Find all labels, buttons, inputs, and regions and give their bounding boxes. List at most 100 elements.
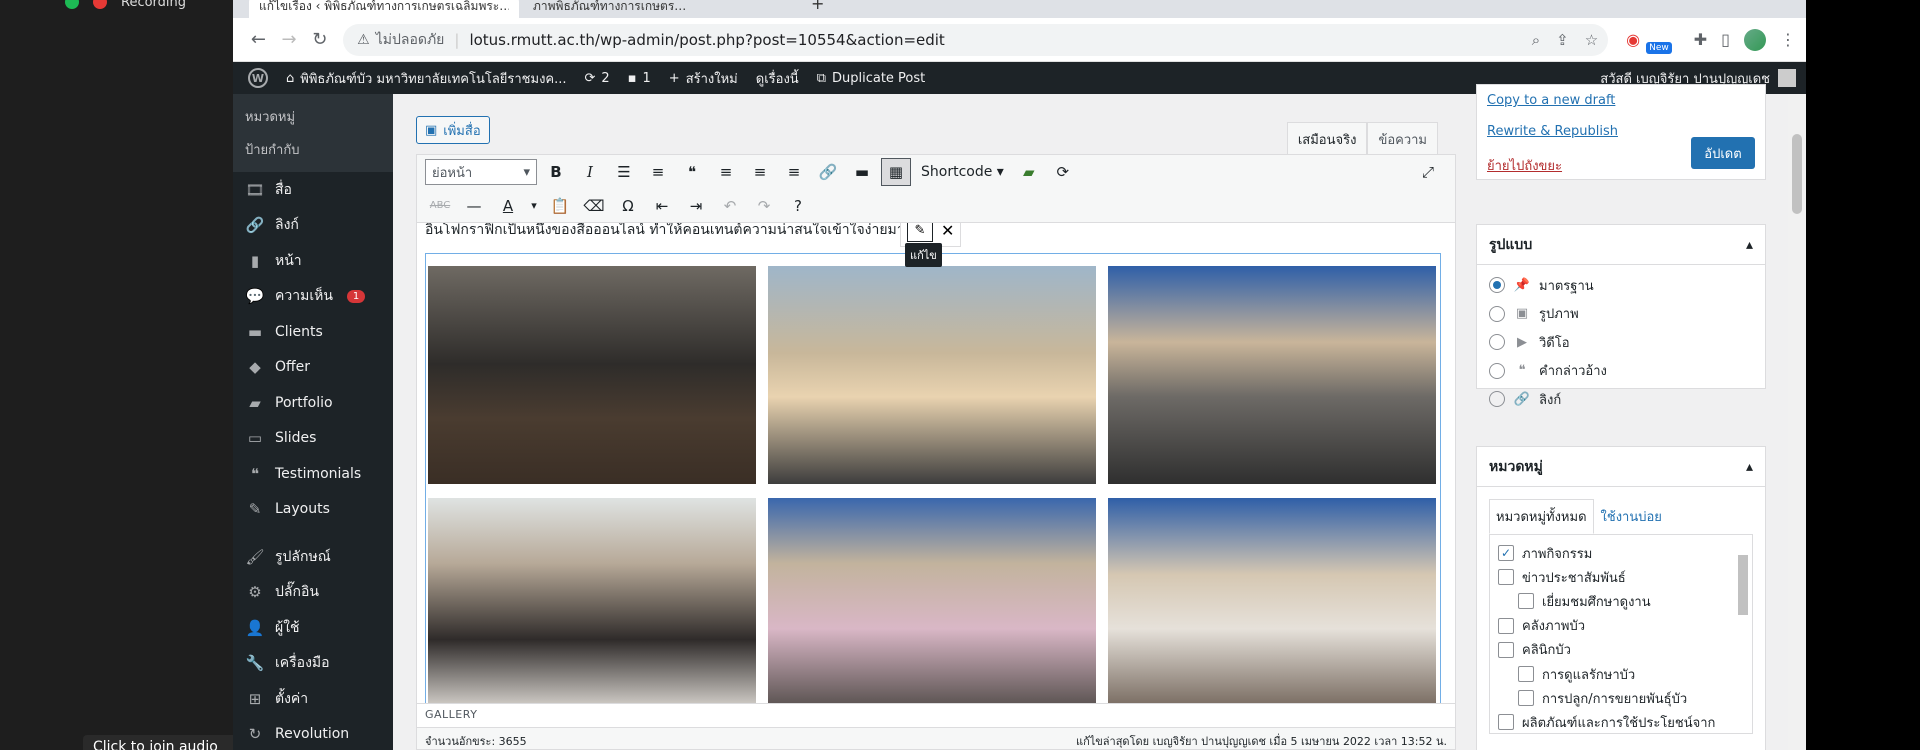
editor-content[interactable]: อินโฟกราฟิกเป็นหนึ่งของสื่อออนไลน์ ทำให้… [417,223,1455,703]
sidebar-item[interactable]: ▰ Portfolio [233,385,393,421]
radio-button[interactable] [1489,362,1505,379]
help-icon[interactable]: ? [783,192,813,220]
category-scrollbar[interactable] [1738,539,1750,729]
new-content-item[interactable]: + สร้างใหม่ [660,68,747,89]
blockquote-icon[interactable]: ❝ [677,158,707,186]
updates-item[interactable]: ⟳ 2 [576,71,619,86]
forward-icon[interactable]: → [274,24,305,56]
close-icon[interactable]: ✕ [941,223,954,240]
radio-button[interactable] [1489,277,1505,294]
radio-button[interactable] [1489,305,1505,322]
category-checkbox[interactable] [1498,569,1514,586]
category-checkbox[interactable] [1498,617,1514,634]
sidebar-item[interactable]: ▭ Slides [233,421,393,457]
category-checkbox[interactable] [1498,641,1514,658]
category-checkbox[interactable] [1498,714,1514,731]
refresh-icon[interactable]: ⟳ [1048,158,1078,186]
sidebar-item[interactable]: ↻ Revolution [233,717,393,750]
omega-icon[interactable]: Ω [613,192,643,220]
italic-icon[interactable]: I [575,158,605,186]
menu-dots-icon[interactable]: ⋮ [1780,30,1796,49]
category-checkbox[interactable] [1518,690,1534,707]
format-option[interactable]: ▣ รูปภาพ [1489,300,1753,329]
site-name-item[interactable]: ⌂ พิพิธภัณฑ์บัว มหาวิทยาลัยเทคโนโลยีราชมง… [277,68,576,89]
toolbar-toggle-icon[interactable]: ▦ [881,158,911,186]
copy-draft-link[interactable]: Copy to a new draft [1487,93,1615,108]
new-tab-icon[interactable]: + [811,0,824,13]
scroll-thumb[interactable] [1792,134,1802,214]
format-option[interactable]: ▶ วิดีโอ [1489,328,1753,357]
link-icon[interactable]: 🔗 [813,158,843,186]
trash-link[interactable]: ย้ายไปถังขยะ [1487,155,1562,176]
bullet-list-icon[interactable]: ☰ [609,158,639,186]
align-left-icon[interactable]: ≡ [711,158,741,186]
sidebar-item[interactable]: ❝ Testimonials [233,456,393,492]
category-checkbox[interactable]: ✓ [1498,545,1514,562]
format-option[interactable]: ❝ คำกล่าวอ้าง [1489,357,1753,386]
sidebar-item[interactable]: ▬ Clients [233,314,393,350]
sidebar-item[interactable]: 👤 ผู้ใช้ [233,610,393,646]
chevron-down-icon[interactable]: ▾ [527,192,541,220]
gallery-photo[interactable] [428,498,756,703]
rewrite-link[interactable]: Rewrite & Republish [1487,124,1618,139]
format-select[interactable]: ย่อหน้า ▾ [425,159,537,185]
tab-visual[interactable]: เสมือนจริง [1286,122,1368,157]
sidebar-item[interactable]: 🖌 รูปลักษณ์ [233,539,393,575]
add-media-button[interactable]: ▣ เพิ่มสื่อ [416,116,490,144]
sidebar-item[interactable]: 🎞 สื่อ [233,172,393,208]
gallery-photo[interactable] [428,266,756,484]
format-option[interactable]: 🔗 ลิงก์ [1489,385,1753,414]
chrome-ext-icon[interactable]: ◉ [1626,30,1640,49]
star-icon[interactable]: ☆ [1585,31,1598,49]
plugin-green-icon[interactable]: ▰ [1014,158,1044,186]
sidebar-item[interactable]: ⚙ ปลั๊กอิน [233,575,393,611]
view-post-item[interactable]: ดูเรื่องนี้ [747,68,808,89]
share-icon[interactable]: ⇪ [1556,31,1569,49]
duplicate-post-item[interactable]: ⧉ Duplicate Post [808,71,935,86]
collapse-icon[interactable]: ▴ [1746,237,1753,253]
category-checkbox[interactable] [1518,666,1534,683]
strikethrough-icon[interactable]: ABC [425,192,455,220]
page-scrollbar[interactable] [1788,94,1806,750]
profile-avatar[interactable] [1743,28,1766,51]
gallery-photo[interactable] [768,498,1096,703]
sidebar-item[interactable]: 🔧 เครื่องมือ [233,646,393,682]
gallery-block[interactable] [425,253,1441,703]
back-icon[interactable]: ← [243,24,274,56]
pencil-icon[interactable]: ✎ [907,223,933,242]
outdent-icon[interactable]: ⇤ [647,192,677,220]
category-checkbox[interactable] [1518,593,1534,610]
wp-logo-item[interactable]: W [239,68,277,88]
clear-format-icon[interactable]: ⌫ [579,192,609,220]
align-center-icon[interactable]: ≡ [745,158,775,186]
indent-icon[interactable]: ⇥ [681,192,711,220]
fullscreen-icon[interactable]: ⤢ [1413,158,1443,186]
puzzle-icon[interactable]: ✚ [1694,30,1707,49]
category-panel-header[interactable]: หมวดหมู่ ▴ [1477,447,1765,487]
sidebar-item[interactable]: ▮ หน้า [233,243,393,279]
gallery-photo[interactable] [1108,266,1436,484]
radio-button[interactable] [1489,391,1505,408]
tab-all-categories[interactable]: หมวดหมู่ทั้งหมด [1489,499,1594,534]
read-more-icon[interactable]: ▬ [847,158,877,186]
zoom-icon[interactable]: ⌕ [1532,31,1540,49]
radio-button[interactable] [1489,334,1505,351]
tab-popular-categories[interactable]: ใช้งานบ่อย [1594,499,1669,534]
sidebar-item[interactable]: 💬 ความเห็น 1 [233,279,393,315]
bold-icon[interactable]: B [541,158,571,186]
gallery-photo[interactable] [1108,498,1436,703]
align-right-icon[interactable]: ≡ [779,158,809,186]
sidebar-item[interactable]: ⊞ ตั้งค่า [233,681,393,717]
gallery-photo[interactable] [768,266,1096,484]
sidebar-item[interactable]: ✎ Layouts [233,492,393,528]
sidepanel-icon[interactable]: ▯ [1721,30,1730,49]
url-bar[interactable]: ⚠ ไม่ปลอดภัย | lotus.rmutt.ac.th/wp-admi… [343,23,1609,56]
update-button[interactable]: อัปเดต [1691,137,1755,169]
comments-item[interactable]: ▪ 1 [619,71,660,86]
shortcode-dropdown[interactable]: Shortcode ▾ [915,164,1010,180]
submenu-tags[interactable]: ป้ายกำกับ [245,133,393,166]
format-option[interactable]: 📌 มาตรฐาน [1489,271,1753,300]
collapse-icon[interactable]: ▴ [1746,459,1753,475]
text-color-icon[interactable]: A [493,192,523,220]
undo-icon[interactable]: ↶ [715,192,745,220]
